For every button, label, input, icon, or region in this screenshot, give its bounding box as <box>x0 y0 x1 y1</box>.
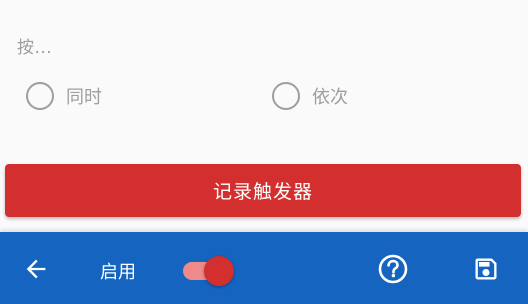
radio-label-simultaneous: 同时 <box>66 87 102 108</box>
trigger-editor-screen: 按... 同时 依次 记录触发器 启用 <box>0 0 528 304</box>
trigger-keys-hint: 按... <box>17 38 53 58</box>
enable-label: 启用 <box>100 262 136 283</box>
record-trigger-button[interactable]: 记录触发器 <box>5 164 521 217</box>
radio-unchecked-icon[interactable] <box>26 82 54 110</box>
help-circle-icon[interactable] <box>377 253 409 285</box>
radio-unchecked-icon[interactable] <box>272 82 300 110</box>
trigger-mode-group: 同时 依次 <box>0 80 528 112</box>
floppy-save-icon[interactable] <box>471 254 501 284</box>
radio-label-sequential: 依次 <box>312 87 348 108</box>
toggle-thumb <box>204 256 234 286</box>
enable-toggle[interactable] <box>183 256 235 286</box>
arrow-left-icon[interactable] <box>21 254 51 284</box>
radio-option-simultaneous[interactable]: 同时 <box>26 80 102 112</box>
bottom-app-bar: 启用 <box>0 232 528 304</box>
radio-option-sequential[interactable]: 依次 <box>272 80 348 112</box>
